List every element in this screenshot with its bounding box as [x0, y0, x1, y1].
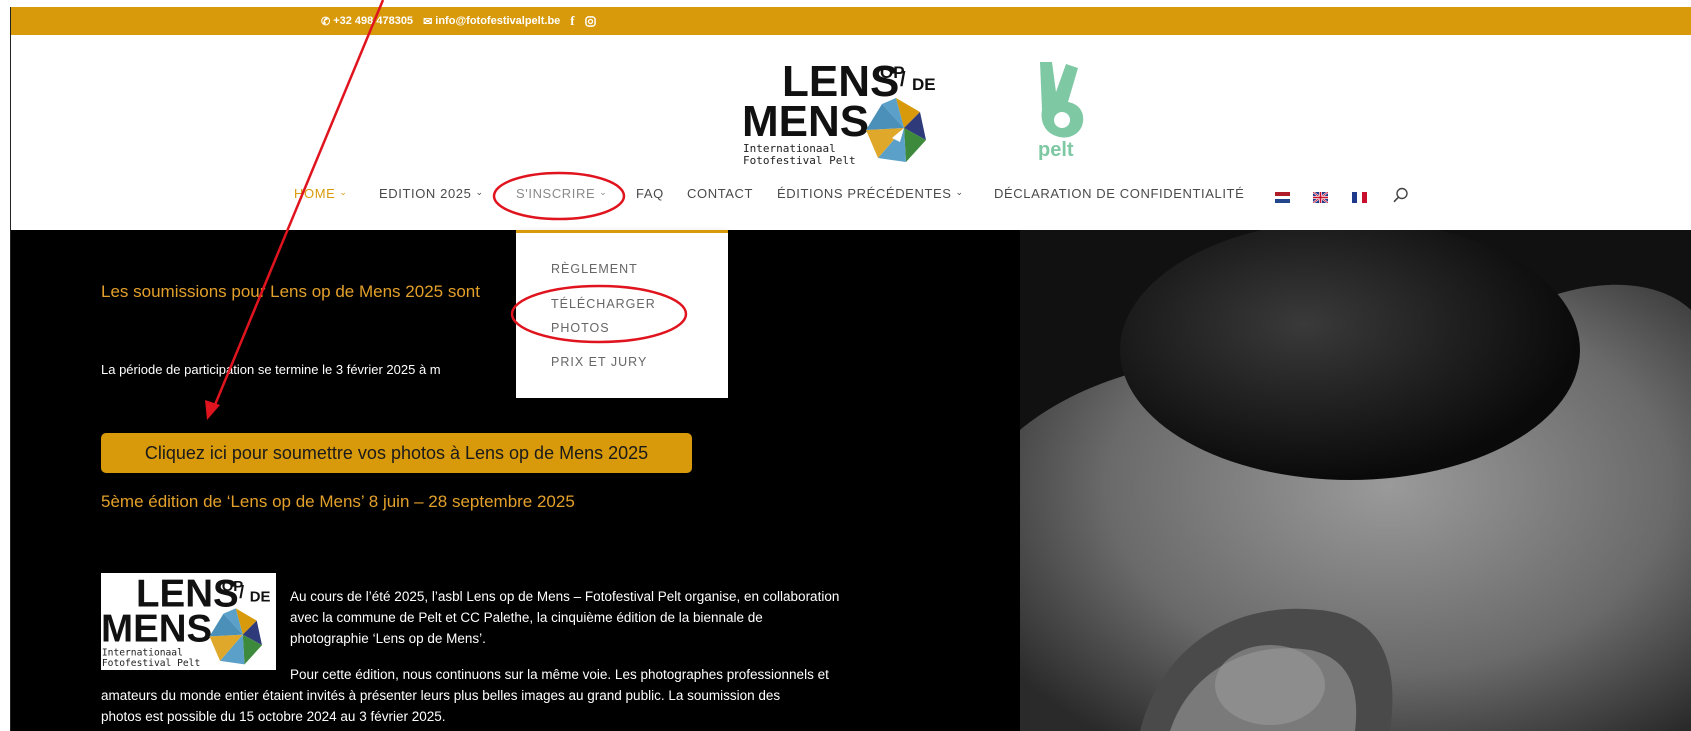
dropdown-item-telecharger[interactable]: TÉLÉCHARGER [551, 292, 656, 316]
submissions-heading: Les soumissions pour Lens op de Mens 202… [101, 282, 480, 301]
chevron-down-icon: ⌄ [599, 187, 608, 197]
logo-de-text: DE [912, 75, 936, 94]
contact-info: ✆ +32 498 478305 ✉ info@fotofestivalpelt… [321, 7, 596, 35]
dropdown-item-reglement[interactable]: RÈGLEMENT [551, 257, 638, 281]
main-nav: HOME ⌄ EDITION 2025 ⌄ S'INSCRIRE ⌄ FAQ CONT… [0, 186, 1691, 208]
phone-icon: ✆ [321, 15, 331, 28]
pelt-text: pelt [1038, 139, 1074, 161]
edition-paragraph-line3: photos est possible du 15 octobre 2024 a… [101, 709, 446, 724]
nav-home[interactable]: HOME ⌄ [294, 186, 348, 201]
nav-contact-label: CONTACT [687, 186, 754, 201]
small-logo-sub1-text: Internationaal [102, 648, 183, 659]
edition-paragraph-line1: Pour cette édition, nous continuons sur … [290, 667, 829, 682]
facebook-icon[interactable]: f [570, 13, 574, 29]
nav-faq-label: FAQ [636, 186, 664, 201]
sinscrire-dropdown: RÈGLEMENT TÉLÉCHARGER PHOTOS PRIX ET JUR… [516, 230, 728, 398]
chevron-down-icon: ⌄ [955, 187, 964, 197]
chevron-down-icon: ⌄ [339, 187, 348, 197]
chevron-down-icon: ⌄ [475, 187, 484, 197]
small-logo-mens-text: MENS [101, 608, 212, 651]
svg-text:/: / [900, 69, 906, 91]
small-logo-sub2-text: Fotofestival Pelt [102, 658, 200, 669]
envelope-icon: ✉ [423, 15, 433, 28]
phone-link[interactable]: ✆ +32 498 478305 [321, 15, 413, 28]
nav-privacy[interactable]: DÉCLARATION DE CONFIDENTIALITÉ [994, 186, 1244, 201]
nav-edition-2025[interactable]: EDITION 2025 ⌄ [379, 186, 484, 201]
small-logo-de-text: DE [250, 589, 271, 605]
participation-period-text: La période de participation se termine l… [101, 362, 441, 377]
email-address: info@fotofestivalpelt.be [435, 15, 561, 27]
instagram-icon[interactable] [584, 15, 596, 27]
svg-text:/: / [239, 582, 244, 602]
aperture-icon [209, 608, 262, 665]
edition-heading: 5ème édition de ‘Lens op de Mens’ 8 juin… [101, 492, 575, 511]
nav-sinscrire[interactable]: S'INSCRIRE ⌄ [516, 186, 607, 201]
intro-line: photographie ‘Lens op de Mens’. [290, 631, 486, 646]
nav-previous-editions[interactable]: ÉDITIONS PRÉCÉDENTES ⌄ [777, 186, 964, 201]
nav-home-label: HOME [294, 186, 336, 201]
page: ✆ +32 498 478305 ✉ info@fotofestivalpelt… [0, 0, 1691, 731]
nav-edition-label: EDITION 2025 [379, 186, 472, 201]
top-bar: ✆ +32 498 478305 ✉ info@fotofestivalpelt… [11, 7, 1691, 35]
phone-number: +32 498 478305 [333, 15, 414, 27]
nav-privacy-label: DÉCLARATION DE CONFIDENTIALITÉ [994, 186, 1245, 201]
small-logo: LENS OP / DE MENS Internationaal Fotofes… [101, 573, 276, 670]
flag-uk-icon[interactable] [1312, 190, 1329, 204]
aperture-icon [866, 98, 926, 162]
intro-line: avec la commune de Pelt et CC Palethe, l… [290, 610, 763, 625]
flag-nl-icon[interactable] [1275, 190, 1290, 203]
dropdown-item-prix-jury[interactable]: PRIX ET JURY [551, 350, 647, 374]
logo-mens-text: MENS [742, 97, 869, 146]
intro-paragraph: Au cours de l’été 2025, l’asbl Lens op d… [290, 586, 970, 649]
dropdown-item-photos[interactable]: PHOTOS [551, 316, 610, 340]
logo-sub2-text: Fotofestival Pelt [743, 154, 856, 167]
submit-photos-button[interactable]: Cliquez ici pour soumettre vos photos à … [101, 433, 692, 473]
email-link[interactable]: ✉ info@fotofestivalpelt.be [423, 15, 560, 28]
search-icon[interactable] [1393, 187, 1409, 203]
nav-previous-label: ÉDITIONS PRÉCÉDENTES [777, 186, 952, 201]
hero-photo [1020, 230, 1691, 731]
pelt-logo[interactable]: pelt [1032, 58, 1092, 163]
site-logo[interactable]: LENS OP / DE MENS Internationaal Fotofes… [742, 57, 942, 168]
flag-fr-icon[interactable] [1352, 190, 1367, 203]
nav-contact[interactable]: CONTACT [687, 186, 753, 201]
edition-paragraph-line2: amateurs du monde entier étaient invités… [101, 688, 781, 703]
intro-line: Au cours de l’été 2025, l’asbl Lens op d… [290, 589, 840, 604]
nav-faq[interactable]: FAQ [636, 186, 664, 201]
nav-sinscrire-label: S'INSCRIRE [516, 186, 596, 201]
